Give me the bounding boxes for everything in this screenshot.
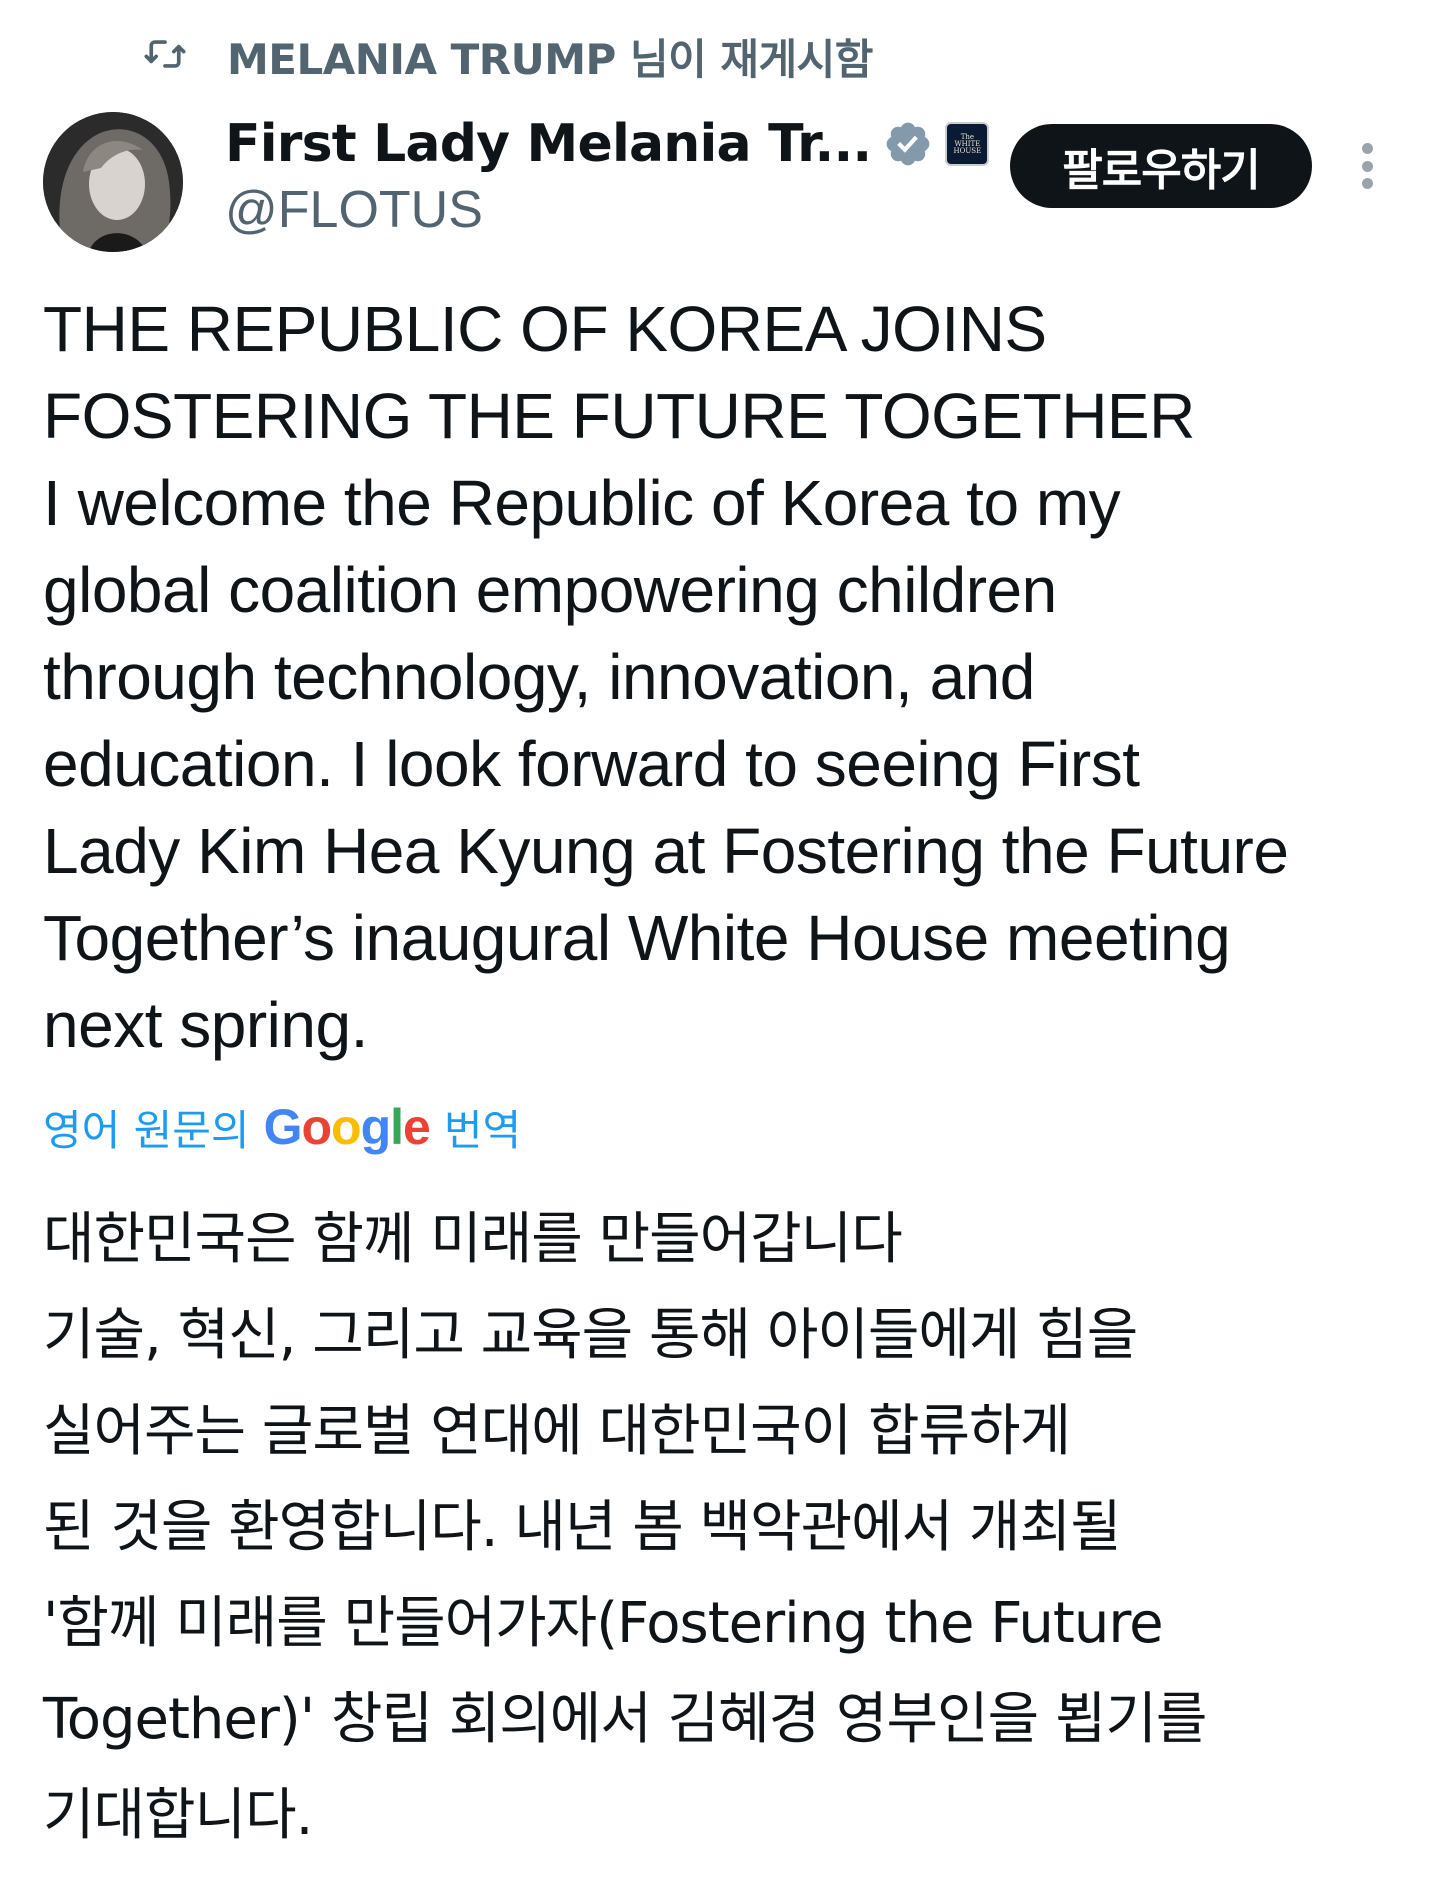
translated-line: 기대합니다. [43,1783,313,1848]
post-line: education. I look forward to seeing Firs… [43,728,1140,800]
author-name-row[interactable]: First Lady Melania Tr... The WHITE HOUSE [225,112,990,176]
post-line: Lady Kim Hea Kyung at Fostering the Futu… [43,815,1289,887]
google-logo: Google [263,1099,431,1155]
translation-source-label[interactable]: 영어 원문의 [43,1097,250,1158]
post-line: I welcome the Republic of Korea to my [43,467,1121,539]
post-text: THE REPUBLIC OF KOREA JOINS FOSTERING TH… [43,286,1413,1069]
post-line: global coalition empowering children [43,554,1057,626]
translated-line: 기술, 혁신, 그리고 교육을 통해 아이들에게 힘을 [43,1303,1138,1368]
white-house-badge-text: The WHITE HOUSE [953,132,982,155]
author-handle[interactable]: @FLOTUS [225,180,483,240]
post-line: FOSTERING THE FUTURE TOGETHER [43,380,1195,452]
translation-attribution[interactable]: 영어 원문의 Google 번역 [43,1094,521,1160]
repost-icon [143,32,187,80]
repost-indicator[interactable]: MELANIA TRUMP 님이 재게시함 [143,26,873,86]
post-line: Together’s inaugural White House meeting [43,902,1231,974]
avatar[interactable] [43,112,183,252]
translated-line: '함께 미래를 만들어가자(Fostering the Future [43,1591,1164,1656]
post-line: next spring. [43,989,368,1061]
translated-line: 대한민국은 함께 미래를 만들어갑니다 [43,1207,903,1272]
translated-text: 대한민국은 함께 미래를 만들어갑니다 기술, 혁신, 그리고 교육을 통해 아… [43,1192,1413,1864]
verified-badge-icon[interactable] [883,119,933,169]
translated-line: 된 것을 환영합니다. 내년 봄 백악관에서 개최될 [43,1495,1122,1560]
follow-button[interactable]: 팔로우하기 [1010,124,1312,208]
repost-text: MELANIA TRUMP 님이 재게시함 [227,34,873,84]
post-line: through technology, innovation, and [43,641,1035,713]
translated-line: Together)' 창립 회의에서 김혜경 영부인을 뵙기를 [43,1687,1207,1752]
translation-label[interactable]: 번역 [444,1097,521,1158]
post-line: THE REPUBLIC OF KOREA JOINS [43,293,1047,365]
author-display-name[interactable]: First Lady Melania Tr... [225,114,872,174]
translated-line: 실어주는 글로벌 연대에 대한민국이 합류하게 [43,1399,1071,1464]
white-house-badge-icon[interactable]: The WHITE HOUSE [945,122,990,166]
more-options-icon[interactable] [1355,143,1379,189]
